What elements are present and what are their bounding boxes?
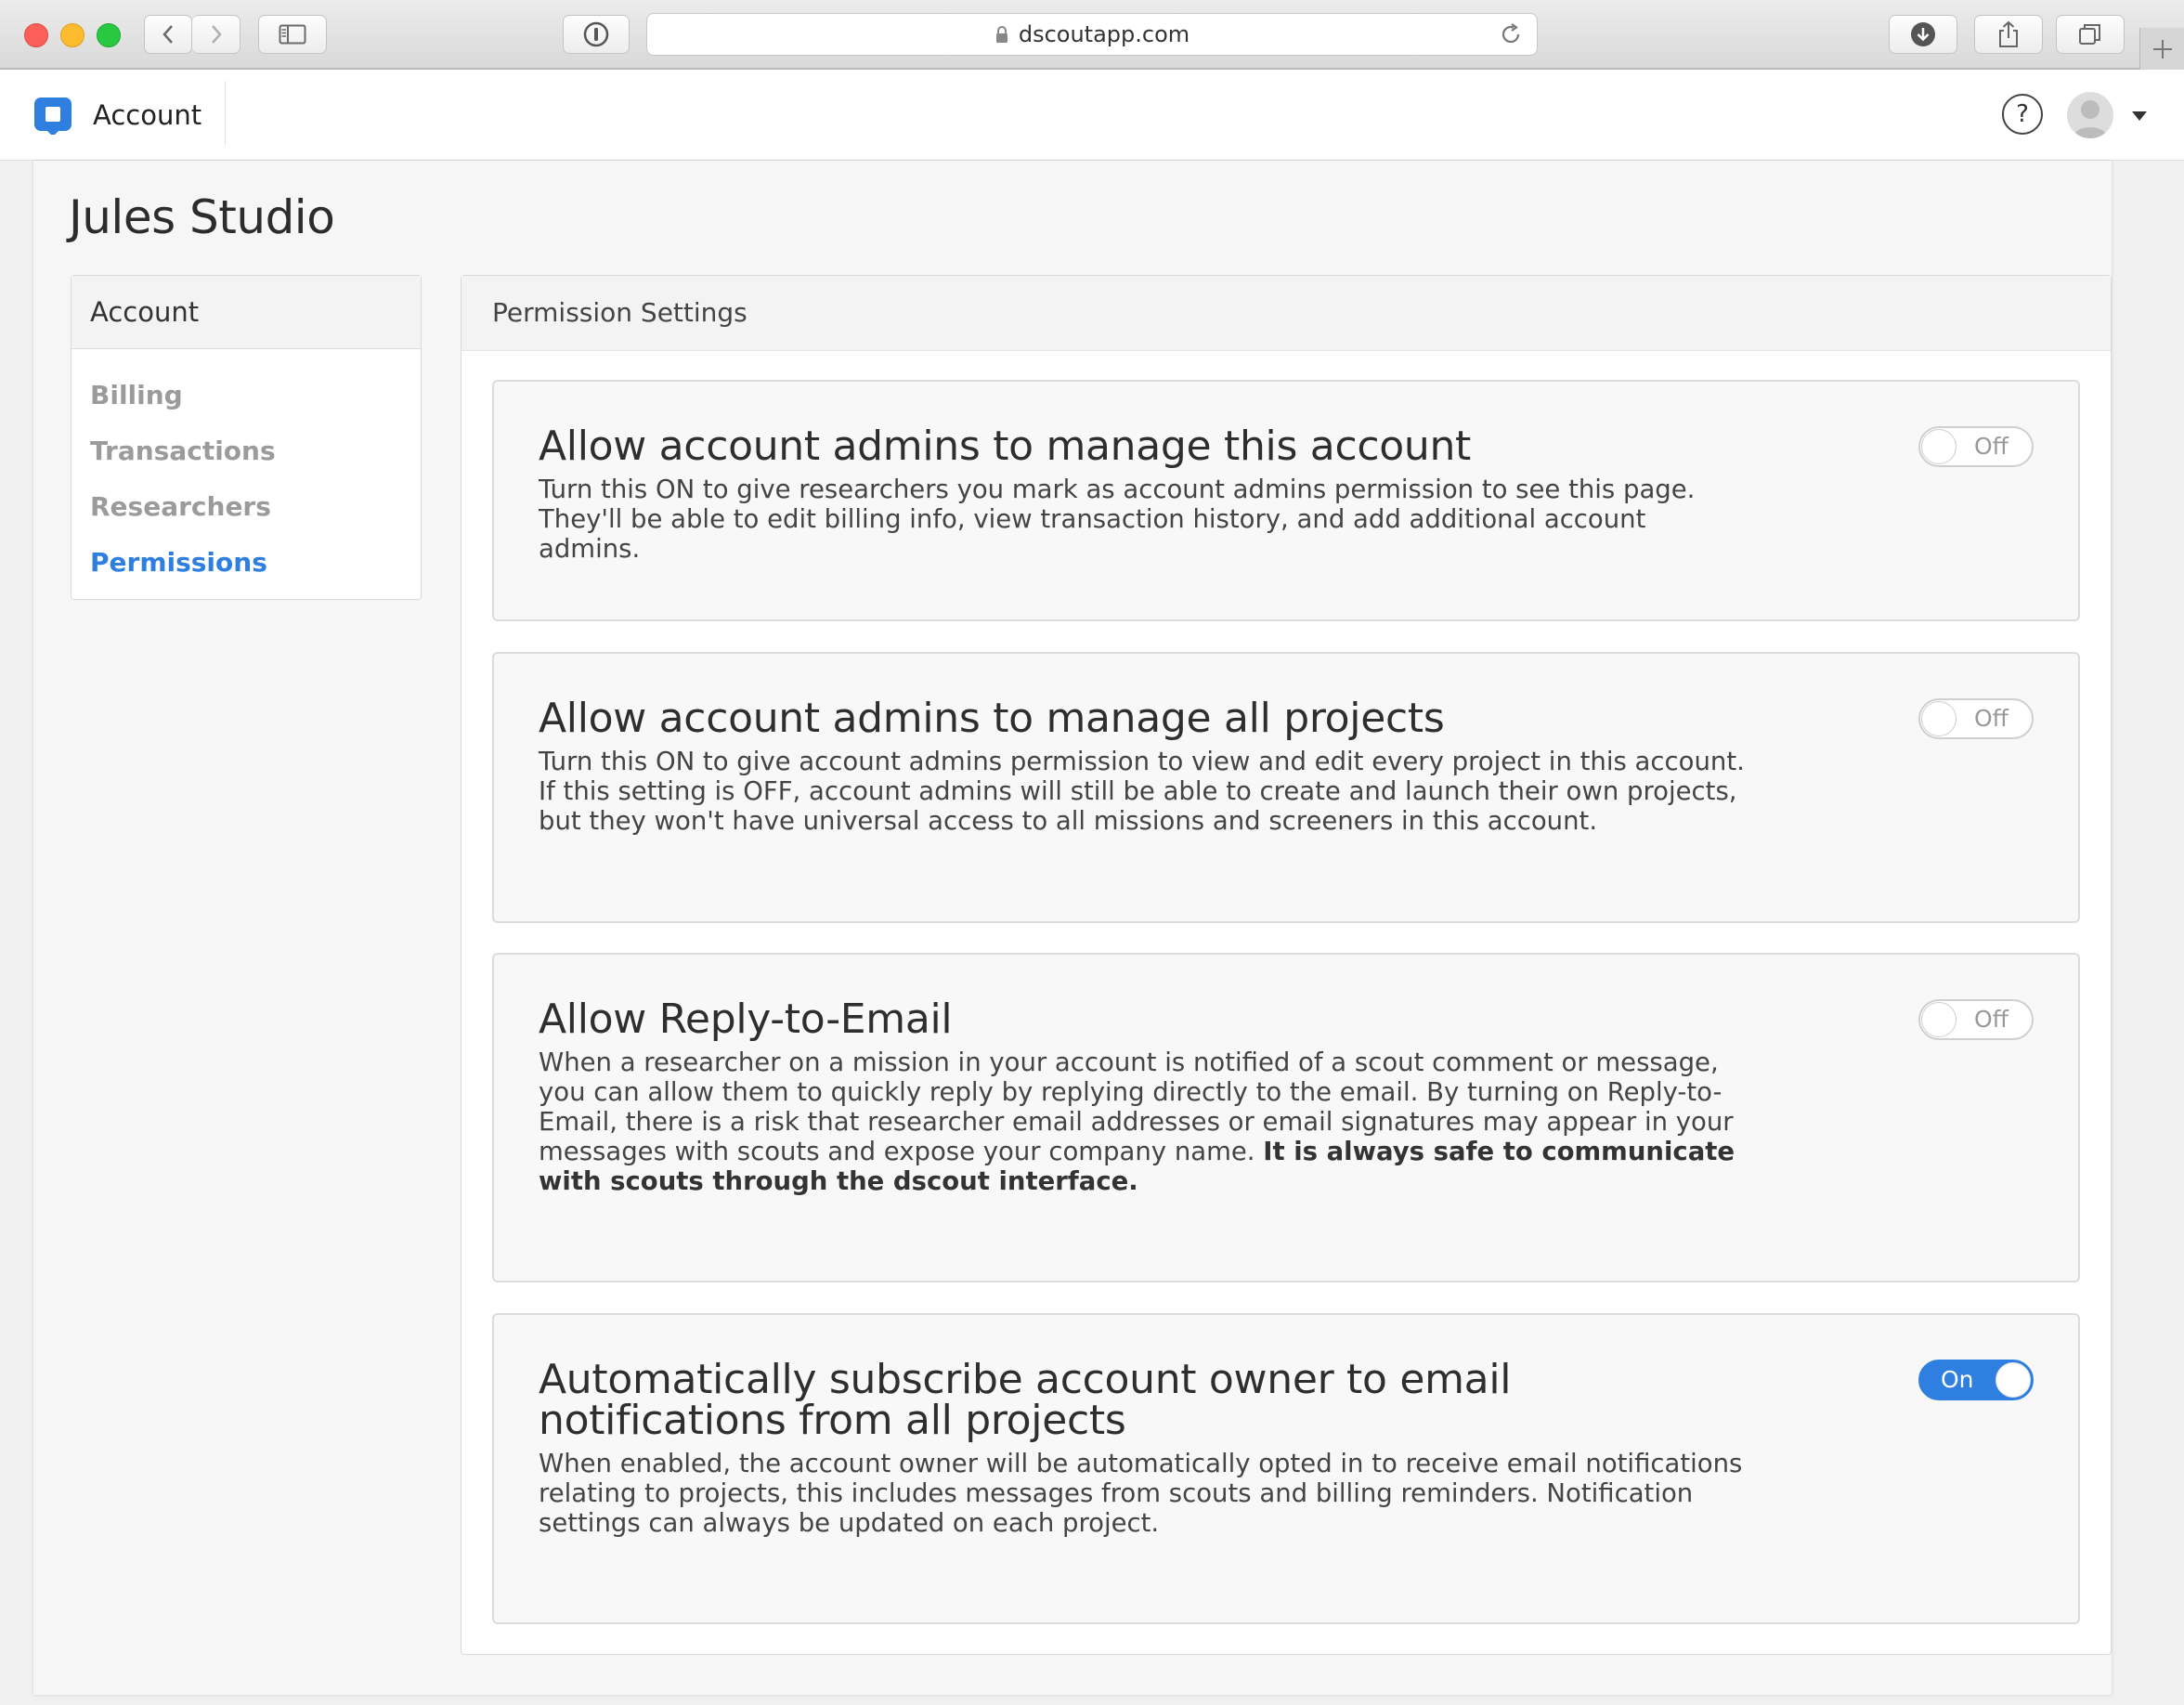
- minimize-window-button[interactable]: [60, 23, 84, 47]
- new-tab-button[interactable]: [2139, 28, 2184, 70]
- chevron-left-icon: [162, 25, 173, 44]
- lock-icon: [995, 26, 1008, 43]
- setting-title: Automatically subscribe account owner to…: [539, 1356, 1512, 1444]
- download-icon: [1911, 22, 1935, 46]
- avatar[interactable]: [2067, 92, 2113, 138]
- app-title: Account: [93, 99, 202, 131]
- manage-account-toggle[interactable]: Off: [1918, 426, 2034, 467]
- auto-subscribe-toggle[interactable]: On: [1918, 1360, 2034, 1400]
- setting-description: When enabled, the account owner will be …: [539, 1449, 1743, 1538]
- toggle-knob: [1921, 1002, 1956, 1037]
- setting-description: Turn this ON to give researchers you mar…: [539, 475, 1696, 564]
- toggle-label: On: [1941, 1366, 1974, 1393]
- chevron-right-icon: [211, 25, 222, 44]
- sidebar-item-transactions[interactable]: Transactions: [72, 423, 421, 479]
- url-text: dscoutapp.com: [1018, 21, 1190, 47]
- toggle-label: Off: [1974, 705, 2008, 732]
- address-bar[interactable]: dscoutapp.com: [646, 13, 1538, 56]
- sidebar-item-permissions[interactable]: Permissions: [72, 535, 421, 591]
- sidebar-toggle-button[interactable]: [258, 15, 327, 54]
- toggle-knob: [1921, 701, 1956, 736]
- toggle-knob: [1921, 429, 1956, 464]
- setting-card-reply-to-email: Allow Reply-to-Email When a researcher o…: [492, 953, 2080, 1282]
- panel-title: Permission Settings: [462, 276, 2111, 351]
- forward-button[interactable]: [192, 15, 240, 54]
- toggle-knob: [1996, 1362, 2031, 1398]
- setting-description: When a researcher on a mission in your a…: [539, 1048, 1746, 1196]
- reload-icon[interactable]: [1498, 21, 1524, 47]
- keyhole-icon: [583, 21, 609, 47]
- toggle-label: Off: [1974, 1006, 2008, 1033]
- back-button[interactable]: [144, 15, 192, 54]
- sidebar-icon: [279, 24, 306, 45]
- reply-to-email-toggle[interactable]: Off: [1918, 999, 2034, 1040]
- downloads-button[interactable]: [1889, 15, 1957, 54]
- sidebar-item-researchers[interactable]: Researchers: [72, 479, 421, 535]
- browser-toolbar: dscoutapp.com: [0, 0, 2184, 70]
- sidebar-item-billing[interactable]: Billing: [72, 368, 421, 423]
- setting-card-auto-subscribe: Automatically subscribe account owner to…: [492, 1313, 2080, 1624]
- app-header: Account ?: [0, 70, 2184, 161]
- plus-icon: [2152, 39, 2172, 59]
- account-menu-chevron-down-icon[interactable]: [2132, 111, 2147, 121]
- setting-title: Allow account admins to manage all proje…: [539, 695, 1445, 742]
- setting-title: Allow account admins to manage this acco…: [539, 423, 1471, 470]
- setting-card-manage-projects: Allow account admins to manage all proje…: [492, 652, 2080, 923]
- toggle-label: Off: [1974, 433, 2008, 460]
- dscout-logo-icon[interactable]: [34, 98, 72, 135]
- show-tabs-button[interactable]: [2056, 15, 2125, 54]
- sidebar-header: Account: [72, 276, 421, 349]
- setting-description: Turn this ON to give account admins perm…: [539, 747, 1745, 836]
- user-icon: [2073, 100, 2108, 138]
- setting-card-manage-account: Allow account admins to manage this acco…: [492, 380, 2080, 621]
- page-content: Jules Studio Account Billing Transaction…: [33, 161, 2112, 1695]
- permission-settings-panel: Permission Settings Allow account admins…: [461, 275, 2112, 1655]
- help-icon[interactable]: ?: [2002, 94, 2043, 135]
- page-title: Jules Studio: [69, 190, 335, 244]
- share-button[interactable]: [1974, 15, 2043, 54]
- password-manager-button[interactable]: [563, 15, 630, 54]
- zoom-window-button[interactable]: [97, 23, 121, 47]
- close-window-button[interactable]: [24, 23, 48, 47]
- header-divider: [225, 81, 226, 146]
- setting-title: Allow Reply-to-Email: [539, 996, 953, 1043]
- account-sidebar: Account Billing Transactions Researchers…: [71, 275, 422, 600]
- manage-projects-toggle[interactable]: Off: [1918, 698, 2034, 739]
- share-icon: [1999, 20, 2018, 47]
- tabs-icon: [2079, 24, 2100, 45]
